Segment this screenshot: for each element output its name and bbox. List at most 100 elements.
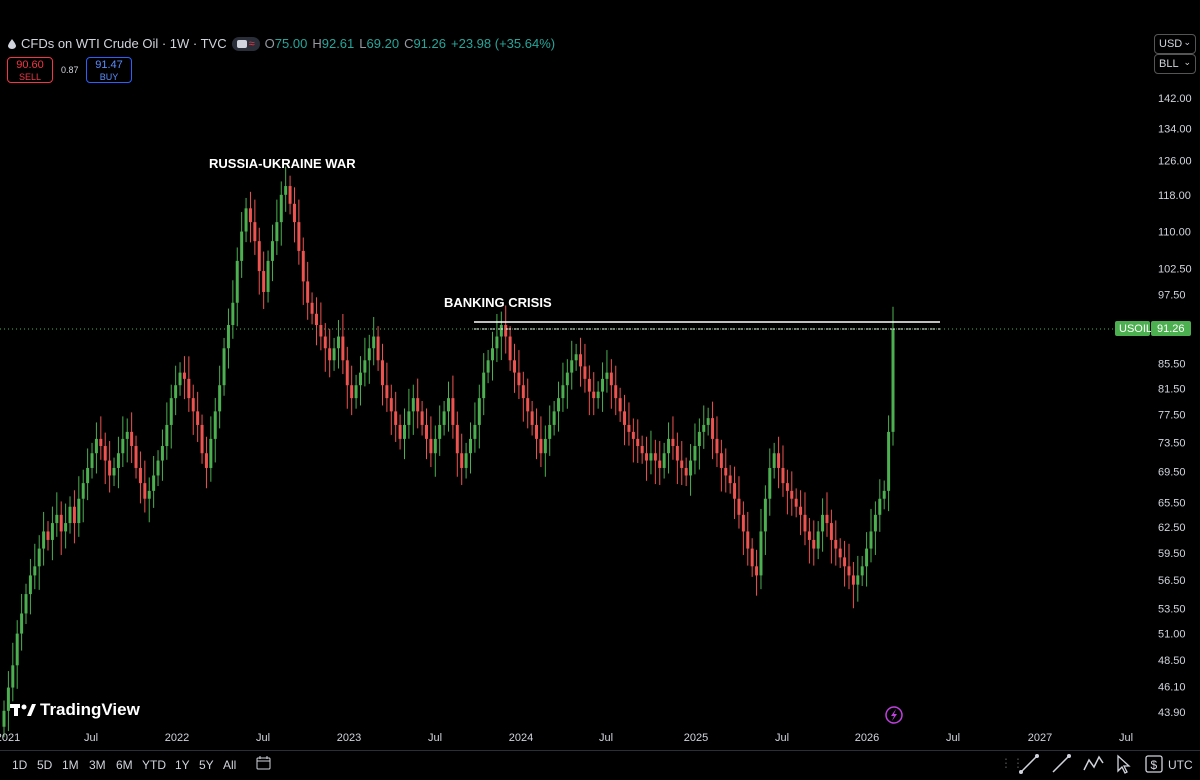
candle-body — [570, 360, 574, 373]
candle-body — [125, 431, 129, 439]
price-axis-label: 142.00 — [1158, 93, 1192, 105]
candle-body — [354, 385, 358, 399]
time-axis-label: Jul — [428, 732, 442, 744]
candle-body — [508, 336, 512, 361]
candle-body — [143, 483, 147, 499]
candle-body — [504, 325, 508, 337]
candle-body — [332, 348, 336, 361]
time-axis[interactable]: 2021 Jul 2022 Jul 2023 Jul 2024 Jul 2025 Jul 2026 J… — [0, 732, 1133, 744]
candle-body — [843, 557, 847, 567]
price-axis-label: 46.10 — [1158, 681, 1186, 693]
price-axis[interactable]: 142.00 134.00 126.00 118.00 110.00 102.50 97.5… — [1158, 93, 1192, 719]
candle-body — [319, 325, 323, 337]
candle-body — [499, 325, 503, 337]
candle-body — [90, 453, 94, 468]
candle-body — [358, 372, 362, 386]
candle-body — [455, 424, 459, 454]
time-axis-label: Jul — [256, 732, 270, 744]
candle-body — [746, 531, 750, 549]
candle-body — [799, 506, 803, 515]
time-axis-label: 2027 — [1028, 732, 1052, 744]
candle-body — [398, 424, 402, 439]
candle-body — [165, 424, 169, 447]
price-axis-label: 134.00 — [1158, 123, 1192, 135]
candle-body — [376, 336, 380, 361]
candle-body — [152, 475, 156, 491]
war-annotation[interactable]: RUSSIA-UKRAINE WAR — [209, 156, 356, 171]
timeframe-3m[interactable]: 3M — [89, 758, 106, 772]
candle-body — [561, 385, 565, 399]
time-axis-label: Jul — [1119, 732, 1133, 744]
candle-body — [24, 594, 28, 614]
candle-body — [275, 222, 279, 242]
cursor-icon[interactable]: $ — [1143, 753, 1165, 775]
candle-body — [178, 372, 182, 386]
long-short-icon[interactable] — [1113, 753, 1135, 775]
timeframe-6m[interactable]: 6M — [116, 758, 133, 772]
time-axis-label: 2023 — [337, 732, 361, 744]
candle-body — [812, 539, 816, 549]
candle-body — [367, 348, 371, 361]
candle-body — [196, 411, 200, 425]
candle-body — [86, 467, 90, 484]
price-axis-label: 43.90 — [1158, 707, 1186, 719]
candle-body — [116, 453, 120, 468]
tradingview-logo[interactable]: TradingView — [10, 700, 140, 720]
candle-body — [297, 222, 301, 251]
candle-body — [121, 438, 125, 454]
candle-body — [755, 566, 759, 576]
candle-body — [821, 514, 825, 532]
timeframe-5y[interactable]: 5Y — [199, 758, 214, 772]
price-axis-label: 102.50 — [1158, 263, 1192, 275]
candle-body — [33, 566, 37, 576]
candle-body — [279, 194, 283, 223]
candle-body — [350, 385, 354, 399]
candle-body — [424, 424, 428, 439]
candle-body — [292, 203, 296, 223]
date-range-icon[interactable] — [256, 755, 272, 776]
candle-body — [460, 453, 464, 468]
timezone-button[interactable]: UTC — [1168, 758, 1193, 772]
candle-body — [42, 531, 46, 549]
candle-body — [552, 411, 556, 425]
candle-body — [513, 360, 517, 373]
candle-body — [724, 467, 728, 476]
time-axis-label: 2024 — [509, 732, 533, 744]
candle-body — [411, 398, 415, 412]
candle-body — [649, 453, 653, 461]
candle-body — [385, 385, 389, 399]
candle-body — [218, 385, 222, 412]
banking-annotation[interactable]: BANKING CRISIS — [444, 295, 552, 310]
price-axis-label: 53.50 — [1158, 604, 1186, 616]
candle-body — [134, 446, 138, 468]
price-axis-label: 77.50 — [1158, 410, 1186, 422]
price-chart[interactable]: RUSSIA-UKRAINE WAR BANKING CRISIS 142.00… — [0, 0, 1200, 750]
candle-body — [288, 186, 292, 204]
candle-body — [341, 336, 345, 361]
timeframe-5d[interactable]: 5D — [37, 758, 52, 772]
timeframe-all[interactable]: All — [223, 758, 236, 772]
candle-body — [486, 360, 490, 373]
ray-icon[interactable] — [1050, 753, 1072, 775]
indicator-icon[interactable] — [1082, 753, 1104, 775]
candle-body — [829, 523, 833, 540]
timeframe-1y[interactable]: 1Y — [175, 758, 190, 772]
candle-body — [380, 360, 384, 386]
timeframe-1d[interactable]: 1D — [12, 758, 27, 772]
candle-body — [244, 208, 248, 232]
candle-body — [112, 467, 116, 476]
candle-body — [81, 483, 85, 499]
candle-body — [763, 498, 767, 532]
candle-body — [548, 424, 552, 439]
candle-body — [169, 398, 173, 425]
candle-body — [433, 438, 437, 454]
candle-body — [733, 483, 737, 499]
timeframe-ytd[interactable]: YTD — [142, 758, 166, 772]
candle-body — [689, 460, 693, 476]
candle-body — [807, 531, 811, 540]
timeframe-1m[interactable]: 1M — [62, 758, 79, 772]
candle-body — [204, 453, 208, 468]
candle-body — [715, 438, 719, 454]
lightning-icon[interactable] — [885, 706, 903, 724]
trendline-icon[interactable] — [1018, 753, 1040, 775]
